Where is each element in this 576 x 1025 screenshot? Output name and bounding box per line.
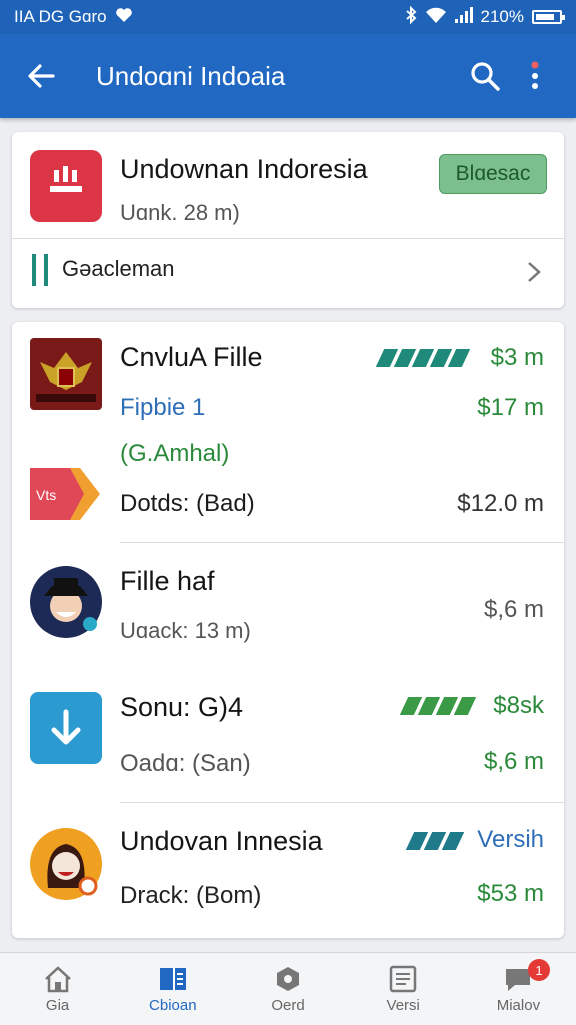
list-item[interactable]: Sonu: G)4 Oadɑ: (San) $8sk $,6 m [12, 672, 564, 800]
progress-stripes [375, 349, 471, 367]
more-options-button[interactable] [510, 51, 560, 101]
nav-label: Cbioan [149, 996, 197, 1014]
category-marker-icon [44, 254, 48, 286]
item-line2: Oadɑ: (San) [120, 750, 251, 777]
more-vert-icon [531, 61, 539, 89]
item-size: $8sk [493, 692, 544, 719]
item-price: $53 m [477, 880, 544, 907]
nav-item-badge[interactable]: Oerd [230, 953, 345, 1025]
divider [120, 802, 564, 803]
status-badge[interactable]: Blɑesac [439, 154, 547, 194]
garuda-emblem-icon [30, 338, 102, 410]
nav-label: Mialov [496, 996, 541, 1014]
category-marker-icon [32, 254, 36, 286]
progress-stripes [399, 697, 477, 715]
divider [120, 542, 564, 543]
item-title: CnvluA Fille [120, 342, 263, 372]
home-icon [44, 965, 71, 992]
nav-label: Gia [45, 996, 70, 1014]
arrow-back-icon [28, 64, 55, 88]
download-arrow-icon [30, 692, 102, 764]
wifi-icon [425, 7, 447, 28]
app-icon [30, 150, 102, 222]
item-price: $,6 m [483, 596, 544, 623]
badge-icon [277, 966, 299, 991]
nav-item-library[interactable]: Cbioan [115, 953, 230, 1025]
avatar [30, 828, 102, 900]
app-title: Undownan Indoresia [120, 154, 368, 184]
item-price: $,6 m [483, 748, 544, 775]
battery-icon [532, 10, 565, 24]
item-line2: Fipbie 1 [120, 394, 206, 421]
download-app-icon [50, 166, 82, 192]
item-title: Undovan Innesia [120, 826, 323, 856]
item-total: $12.0 m [457, 490, 544, 517]
avatar [30, 566, 102, 638]
document-icon [389, 965, 417, 992]
signal-icon [454, 6, 473, 28]
category-row[interactable]: Gǝacleman [12, 244, 564, 298]
nav-label: Oerd [271, 996, 305, 1014]
list-item[interactable]: Fille haf Uɑack: 13 m) $,6 m [12, 544, 564, 662]
tag-arrow-icon: Vts [30, 468, 102, 520]
download-list: CnvluA Fille Fipbie 1 (G.Amhal) Vts Dotd… [12, 322, 564, 938]
back-button[interactable] [16, 51, 66, 101]
item-version: Versih [477, 826, 544, 853]
nav-item-documents[interactable]: Versi [346, 953, 461, 1025]
item-size: $3 m [490, 344, 544, 371]
status-left-text: ΙΙΑ DG Gɑro [14, 7, 107, 26]
notification-heart-icon [115, 7, 133, 28]
search-icon [471, 62, 500, 91]
library-icon [159, 967, 186, 990]
status-bar: ΙΙΑ DG Gɑro 210% [0, 0, 576, 34]
nav-item-home[interactable]: Gia [0, 953, 115, 1025]
item-line3: (G.Amhal) [120, 440, 230, 467]
bluetooth-icon [405, 5, 417, 29]
app-subtitle: Uɑnk. 28 m) [120, 200, 240, 225]
progress-stripes [405, 832, 465, 850]
divider [12, 238, 564, 239]
item-price: $17 m [477, 394, 544, 421]
bottom-navigation: Gia Cbioan Oerd Versi Mialov 1 [0, 952, 576, 1025]
item-title: Sonu: G)4 [120, 692, 244, 722]
app-header-card: Undownan Indoresia Uɑnk. 28 m) Blɑesac G… [12, 132, 564, 308]
battery-percent: 210% [480, 7, 524, 26]
app-bar: Undoɑni Indoaia [0, 34, 576, 118]
item-title: Fille haf [120, 566, 215, 596]
nav-item-messages[interactable]: Mialov 1 [461, 953, 576, 1025]
item-line4: Dotds: (Bad) [120, 490, 255, 518]
nav-label: Versi [386, 996, 420, 1014]
item-line2: Drack: (Bom) [120, 882, 262, 909]
page-title: Undoɑni Indoaia [96, 60, 286, 91]
search-button[interactable] [460, 51, 510, 101]
svg-text:Vts: Vts [36, 487, 56, 503]
list-item[interactable]: Undovan Innesia Drack: (Bom) Versih $53 … [12, 806, 564, 934]
item-line4-text: Dotds: (Bad) [120, 490, 255, 517]
list-item[interactable]: CnvluA Fille Fipbie 1 (G.Amhal) Vts Dotd… [12, 322, 564, 542]
category-label: Gǝacleman [62, 256, 175, 281]
notification-badge: 1 [528, 959, 551, 981]
item-line2: Uɑack: 13 m) [120, 618, 251, 643]
chevron-right-icon [528, 262, 541, 282]
